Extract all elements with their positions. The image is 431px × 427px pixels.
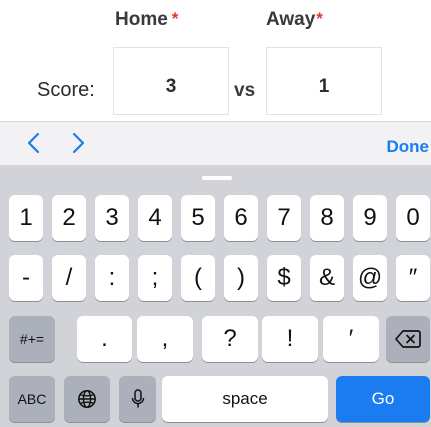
home-label: Home bbox=[115, 9, 168, 30]
abc-key[interactable]: ABC bbox=[9, 376, 55, 422]
space-key[interactable]: space bbox=[162, 376, 328, 422]
dictation-key[interactable] bbox=[119, 376, 156, 422]
chevron-left-icon bbox=[27, 132, 40, 154]
key-4[interactable]: 4 bbox=[138, 195, 172, 241]
away-score-input[interactable]: 1 bbox=[266, 47, 382, 115]
done-button[interactable]: Done bbox=[387, 137, 430, 157]
key-comma[interactable]: , bbox=[137, 316, 193, 362]
vs-label: vs bbox=[234, 80, 256, 101]
key-hyphen[interactable]: - bbox=[9, 255, 43, 301]
key-9[interactable]: 9 bbox=[353, 195, 387, 241]
home-required-mark: * bbox=[171, 9, 179, 28]
key-apostrophe[interactable]: ′ bbox=[323, 316, 379, 362]
previous-field-button[interactable] bbox=[22, 130, 46, 156]
key-slash[interactable]: / bbox=[52, 255, 86, 301]
go-key[interactable]: Go bbox=[336, 376, 430, 422]
key-double-quote[interactable]: ″ bbox=[396, 255, 430, 301]
backspace-icon bbox=[395, 330, 421, 348]
key-6[interactable]: 6 bbox=[224, 195, 258, 241]
numeric-keyboard: 1 2 3 4 5 6 7 8 9 0 - / : ; ( ) $ & @ ″ … bbox=[0, 165, 431, 427]
key-dollar[interactable]: $ bbox=[267, 255, 301, 301]
key-ampersand[interactable]: & bbox=[310, 255, 344, 301]
next-field-button[interactable] bbox=[66, 130, 90, 156]
chevron-right-icon bbox=[72, 132, 85, 154]
away-header: Away* bbox=[266, 9, 323, 31]
key-2[interactable]: 2 bbox=[52, 195, 86, 241]
score-form: Home * Away* Score: 3 vs 1 bbox=[0, 0, 431, 120]
key-3[interactable]: 3 bbox=[95, 195, 129, 241]
key-5[interactable]: 5 bbox=[181, 195, 215, 241]
key-at[interactable]: @ bbox=[353, 255, 387, 301]
key-period[interactable]: . bbox=[77, 316, 132, 362]
globe-key[interactable] bbox=[64, 376, 110, 422]
microphone-icon bbox=[131, 389, 144, 408]
delete-key[interactable] bbox=[386, 316, 430, 362]
away-label: Away bbox=[266, 9, 316, 30]
keyboard-accessory-bar: Done bbox=[0, 121, 431, 165]
key-7[interactable]: 7 bbox=[267, 195, 301, 241]
home-score-input[interactable]: 3 bbox=[113, 47, 229, 115]
key-close-paren[interactable]: ) bbox=[224, 255, 258, 301]
key-colon[interactable]: : bbox=[95, 255, 129, 301]
key-8[interactable]: 8 bbox=[310, 195, 344, 241]
home-header: Home * bbox=[115, 9, 178, 31]
keyboard-handle[interactable] bbox=[202, 176, 232, 180]
score-label: Score: bbox=[37, 79, 95, 101]
away-required-mark: * bbox=[316, 9, 323, 28]
key-1[interactable]: 1 bbox=[9, 195, 43, 241]
key-0[interactable]: 0 bbox=[396, 195, 430, 241]
key-open-paren[interactable]: ( bbox=[181, 255, 215, 301]
symbols-mode-key[interactable]: #+= bbox=[9, 316, 55, 362]
key-exclamation[interactable]: ! bbox=[262, 316, 318, 362]
globe-icon bbox=[78, 390, 96, 408]
key-semicolon[interactable]: ; bbox=[138, 255, 172, 301]
key-question[interactable]: ? bbox=[202, 316, 258, 362]
